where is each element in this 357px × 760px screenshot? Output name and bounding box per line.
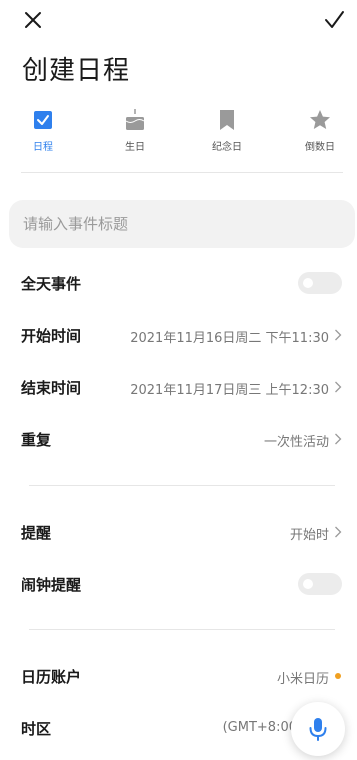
checkmark-icon (325, 11, 344, 28)
close-icon (25, 12, 41, 28)
voice-input-button[interactable] (291, 702, 345, 756)
reminder-value: 开始时 (289, 528, 329, 543)
calendar-account-row[interactable]: 日历账户 小米日历 (0, 656, 357, 696)
tab-schedule[interactable]: 日程 (13, 108, 73, 158)
timezone-label: 时区 (21, 720, 52, 738)
star-icon (310, 110, 330, 129)
tab-birthday[interactable]: 生日 (105, 108, 165, 158)
alarm-reminder-row[interactable]: 闹钟提醒 (0, 564, 357, 604)
start-time-value: 2021年11月16日周二 下午11:30 (130, 331, 329, 346)
tab-countdown-label: 倒数日 (305, 142, 335, 153)
alarm-reminder-toggle[interactable] (298, 573, 342, 595)
chevron-right-icon (335, 526, 342, 538)
toggle-knob (303, 278, 313, 288)
divider (29, 485, 335, 486)
divider (21, 172, 343, 173)
cake-icon (125, 109, 145, 130)
event-type-tabs: 日程 生日 纪念日 倒数日 (0, 108, 357, 158)
checkbox-icon (34, 111, 52, 129)
tab-birthday-label: 生日 (125, 142, 145, 153)
chevron-right-icon (335, 329, 342, 341)
account-color-dot (335, 673, 341, 679)
divider (29, 629, 335, 630)
start-time-label: 开始时间 (21, 327, 82, 345)
repeat-value: 一次性活动 (263, 435, 329, 450)
tab-schedule-label: 日程 (33, 142, 53, 153)
top-bar (0, 0, 357, 40)
calendar-account-value: 小米日历 (276, 672, 329, 687)
end-time-label: 结束时间 (21, 379, 82, 397)
confirm-button[interactable] (322, 8, 346, 32)
end-time-value: 2021年11月17日周三 上午12:30 (130, 383, 329, 398)
all-day-row[interactable]: 全天事件 (0, 263, 357, 303)
all-day-toggle[interactable] (298, 272, 342, 294)
alarm-reminder-label: 闹钟提醒 (21, 576, 82, 594)
page-title: 创建日程 (22, 56, 131, 86)
tab-countdown[interactable]: 倒数日 (290, 108, 350, 158)
calendar-account-label: 日历账户 (21, 668, 82, 686)
chevron-right-icon (335, 433, 342, 445)
timezone-value: (GMT+8:00 (222, 720, 297, 735)
repeat-label: 重复 (21, 431, 52, 449)
repeat-row[interactable]: 重复 一次性活动 (0, 419, 357, 459)
microphone-icon (309, 718, 327, 741)
close-button[interactable] (22, 9, 44, 31)
chevron-right-icon (335, 381, 342, 393)
event-title-input[interactable] (9, 200, 355, 248)
tab-anniversary[interactable]: 纪念日 (197, 108, 257, 158)
bookmark-icon (220, 110, 234, 130)
all-day-label: 全天事件 (21, 275, 82, 293)
reminder-row[interactable]: 提醒 开始时 (0, 512, 357, 552)
tab-anniversary-label: 纪念日 (212, 142, 242, 153)
toggle-knob (303, 579, 313, 589)
start-time-row[interactable]: 开始时间 2021年11月16日周二 下午11:30 (0, 315, 357, 355)
end-time-row[interactable]: 结束时间 2021年11月17日周三 上午12:30 (0, 367, 357, 407)
reminder-label: 提醒 (21, 524, 52, 542)
